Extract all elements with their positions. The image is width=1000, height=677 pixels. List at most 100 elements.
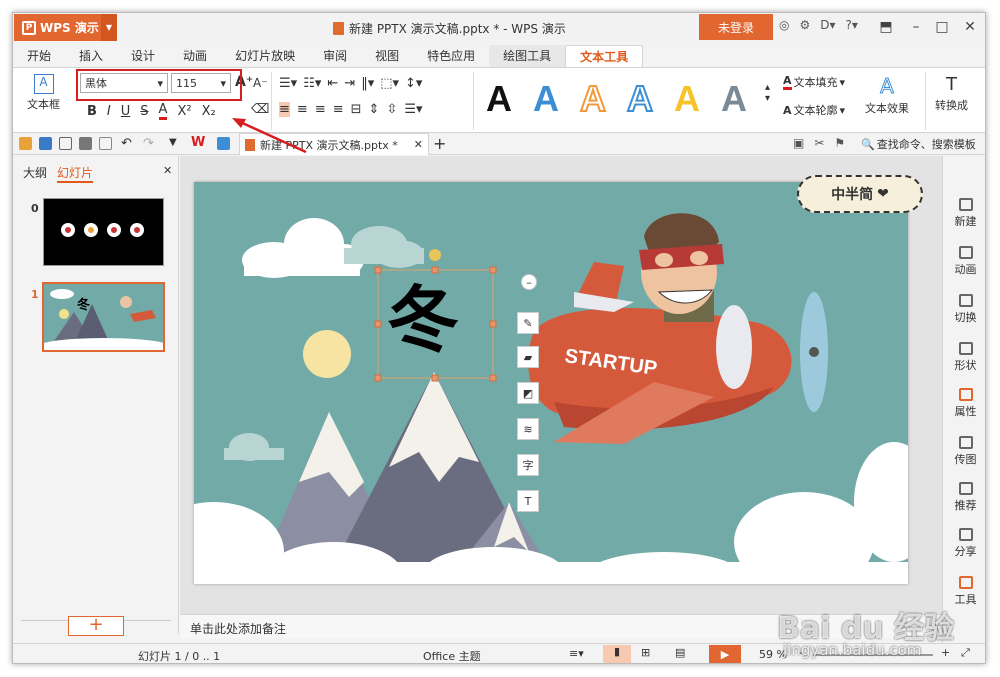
underline-icon[interactable]: U	[121, 104, 131, 119]
print-preview-icon[interactable]	[99, 137, 112, 150]
redo-icon[interactable]: ↷	[143, 136, 154, 151]
flag-icon[interactable]: ⚑	[834, 136, 845, 150]
text-fill-button[interactable]: A 文本填充 ▾	[783, 74, 845, 90]
tab-slideshow[interactable]: 幻灯片放映	[221, 45, 309, 67]
columns-icon[interactable]: ‖▾	[361, 76, 374, 91]
tab-insert[interactable]: 插入	[65, 45, 117, 67]
wordart-more-icon[interactable]: ▴ ▾	[765, 82, 770, 104]
view-normal-icon[interactable]: ▮	[603, 645, 631, 663]
view-notes-icon[interactable]: ≡▾	[569, 647, 584, 660]
slide-canvas[interactable]: STARTUP 冬	[194, 182, 908, 584]
distribute-icon[interactable]: ⊟	[351, 102, 362, 117]
text-format-icon[interactable]: T	[517, 490, 539, 512]
textbox-button[interactable]: A 文本框	[27, 74, 60, 112]
wps-office-icon[interactable]: W	[191, 135, 205, 150]
sidebar-item-transition[interactable]: 切换	[943, 294, 985, 325]
scissors-icon[interactable]: ✂	[814, 136, 824, 150]
wordart-style-orange-outline[interactable]: A	[579, 77, 607, 120]
wordart-style-black[interactable]: A	[486, 78, 512, 120]
text-effect-button[interactable]: A 文本效果	[865, 74, 909, 116]
view-reading-icon[interactable]: ▤	[675, 646, 685, 659]
open-folder-icon[interactable]	[19, 137, 32, 150]
slide-main-text[interactable]: 冬	[387, 270, 459, 370]
cloud-box-icon[interactable]	[217, 137, 230, 150]
clear-format-icon[interactable]: ⌫	[251, 102, 269, 117]
skin-icon[interactable]: ◎	[779, 18, 789, 32]
text-outline-button[interactable]: A 文本轮廓 ▾	[783, 102, 845, 118]
collapse-icon[interactable]: –	[521, 274, 537, 290]
export-icon[interactable]	[59, 137, 72, 150]
superscript-icon[interactable]: X²	[177, 104, 191, 119]
align-right-icon[interactable]: ≡	[315, 102, 326, 117]
save-icon[interactable]	[39, 137, 52, 150]
tab-slides[interactable]: 幻灯片	[57, 164, 94, 183]
new-tab-icon[interactable]: +	[433, 134, 446, 153]
slide-thumbnail-1[interactable]: 冬	[42, 282, 165, 352]
wordart-style-blue[interactable]: A	[533, 78, 559, 120]
tab-text-tools[interactable]: 文本工具	[565, 45, 644, 67]
bullet-list-icon[interactable]: ☰▾	[279, 76, 297, 91]
layers-icon[interactable]: ≋	[517, 418, 539, 440]
convert-button[interactable]: T 转换成	[935, 74, 968, 113]
tab-drawing-tools[interactable]: 绘图工具	[489, 45, 566, 67]
fit-window-icon[interactable]: ⤢	[961, 646, 970, 660]
tab-view[interactable]: 视图	[361, 45, 413, 67]
sidebar-item-share[interactable]: 分享	[943, 528, 985, 559]
justify-icon[interactable]: ≡	[333, 102, 344, 117]
sidebar-item-properties[interactable]: 属性	[943, 388, 985, 419]
add-slide-button[interactable]: +	[68, 616, 124, 636]
more-paragraph-icon[interactable]: ☰▾	[404, 102, 422, 117]
edit-shape-icon[interactable]: ✎	[517, 312, 539, 334]
tab-special[interactable]: 特色应用	[413, 45, 489, 67]
fill-bucket-icon[interactable]: ▰	[517, 346, 539, 368]
document-tab[interactable]: 新建 PPTX 演示文稿.pptx * ✕	[239, 133, 429, 155]
mode-icon[interactable]: D▾	[820, 18, 835, 32]
wordart-style-yellow[interactable]: A	[674, 78, 700, 120]
play-slideshow-button[interactable]: ▶	[709, 645, 741, 663]
numbered-list-icon[interactable]: ☷▾	[303, 76, 321, 91]
bold-icon[interactable]: B	[87, 104, 97, 119]
align-center-icon[interactable]: ≡	[297, 102, 308, 117]
align-left-icon[interactable]: ≡	[279, 102, 290, 117]
gear-icon[interactable]: ⚙	[799, 18, 810, 32]
sidebar-item-new[interactable]: 新建	[943, 198, 985, 229]
help-icon[interactable]: ?▾	[846, 18, 858, 32]
line-spacing-icon[interactable]: ⇕	[369, 102, 380, 117]
close-icon[interactable]: ✕	[414, 138, 423, 151]
view-sorter-icon[interactable]: ⊞	[641, 646, 650, 659]
strikethrough-icon[interactable]: S	[140, 104, 148, 119]
zoom-in-icon[interactable]: +	[941, 646, 950, 659]
tab-design[interactable]: 设计	[117, 45, 169, 67]
chevron-down-icon[interactable]: ▼	[101, 14, 117, 41]
font-style-icon[interactable]: 字	[517, 454, 539, 476]
wordart-style-gray[interactable]: A	[721, 78, 747, 120]
print-icon[interactable]	[79, 137, 92, 150]
align-text-icon[interactable]: ⬚▾	[380, 76, 399, 91]
shrink-font-icon[interactable]: A⁻	[253, 76, 268, 90]
command-search[interactable]: 🔍 查找命令、搜索模板	[861, 136, 976, 152]
app-menu-button[interactable]: P WPS 演示 ▼	[14, 14, 117, 41]
login-button[interactable]: 未登录	[699, 14, 773, 40]
subscript-icon[interactable]: X₂	[202, 104, 216, 119]
restore-ribbon-icon[interactable]: ⬒	[871, 13, 901, 41]
maximize-icon[interactable]: □	[927, 13, 957, 41]
sidebar-item-recommend[interactable]: 推荐	[943, 482, 985, 513]
wordart-style-blue-outline[interactable]: A	[626, 77, 654, 120]
italic-icon[interactable]: I	[107, 104, 111, 119]
tab-home[interactable]: 开始	[13, 45, 65, 67]
outline-icon[interactable]: ◩	[517, 382, 539, 404]
sidebar-item-animation[interactable]: 动画	[943, 246, 985, 277]
close-icon[interactable]: ✕	[163, 164, 172, 177]
text-direction-icon[interactable]: ↕▾	[405, 76, 422, 91]
close-icon[interactable]: ✕	[955, 13, 985, 41]
sidebar-item-shapes[interactable]: 形状	[943, 342, 985, 373]
font-color-icon[interactable]: A	[158, 102, 168, 120]
undo-icon[interactable]: ↶	[121, 136, 132, 151]
screen-icon[interactable]: ▣	[793, 136, 804, 150]
tab-outline[interactable]: 大纲	[23, 164, 47, 183]
increase-indent-icon[interactable]: ⇥	[344, 76, 355, 91]
tab-review[interactable]: 审阅	[309, 45, 361, 67]
slide-thumbnail-0[interactable]	[43, 198, 164, 266]
customize-icon[interactable]: ▼	[169, 137, 177, 148]
tab-animation[interactable]: 动画	[169, 45, 221, 67]
